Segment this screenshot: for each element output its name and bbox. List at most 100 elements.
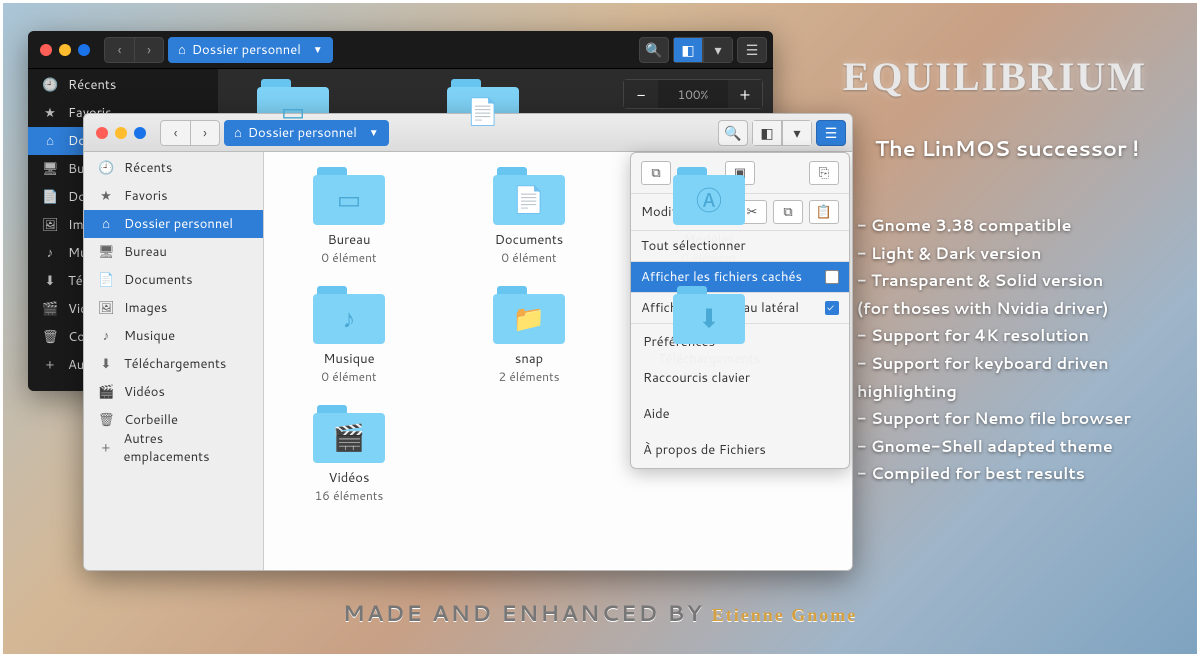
view-icons-button[interactable]: ◧	[752, 120, 782, 146]
sidebar-item-label: Récents	[68, 76, 116, 94]
product-logo: EQUILIBRIUM	[843, 53, 1147, 100]
path-label: Dossier personnel	[192, 41, 301, 59]
folder-tile[interactable]: ♪ Musique0 élément	[294, 286, 404, 385]
sidebar-item[interactable]: +Autres emplacements	[84, 434, 263, 462]
sidebar-item-label: Musique	[124, 327, 175, 345]
new-tab-button[interactable]: ⧉	[641, 161, 671, 185]
folder-subtitle: 0 élément	[321, 249, 376, 266]
sidebar-item-icon: 🗑	[98, 411, 114, 429]
folder-tile[interactable]: 📁snap2 éléments	[474, 286, 584, 385]
folder-subtitle: 16 éléments	[315, 487, 384, 504]
view-dropdown-button[interactable]: ▾	[703, 37, 733, 63]
chevron-down-icon: ▼	[313, 43, 323, 57]
footer-credit: MADE AND ENHANCED BY Etienne Gnome	[3, 598, 1197, 629]
sidebar-item[interactable]: 🖥Bureau	[84, 238, 263, 266]
folder-subtitle: 2 éléments	[498, 368, 559, 385]
home-icon: ⌂	[234, 124, 242, 142]
new-folder-button[interactable]: ⎘	[809, 161, 839, 185]
folder-tile[interactable]: 📄 Documents0 élément	[474, 167, 584, 266]
folder-icon: 📄	[513, 182, 545, 218]
popover-menu-item[interactable]: Raccourcis clavier	[631, 364, 849, 392]
folder-icon: ♪	[343, 301, 356, 337]
folder-subtitle: 0 élément	[501, 249, 556, 266]
sidebar-item-icon: 🕘	[42, 76, 58, 94]
minimize-button[interactable]	[59, 44, 71, 56]
zoom-in-button[interactable]: +	[728, 80, 762, 108]
sidebar-item-label: Téléchargements	[124, 355, 226, 373]
sidebar-item[interactable]: 🕘 Récents	[28, 71, 218, 99]
nav-forward-button[interactable]: ›	[190, 120, 220, 146]
folder-icon: ▭	[281, 94, 306, 130]
zoom-level: 100%	[658, 86, 728, 103]
sidebar-item-icon: 📄	[42, 188, 58, 206]
path-bar[interactable]: ⌂ Dossier personnel ▼	[168, 37, 333, 63]
tagline: The LinMOS successor !	[857, 133, 1157, 163]
minimize-button[interactable]	[115, 127, 127, 139]
maximize-button[interactable]	[78, 44, 90, 56]
author-credit: Etienne Gnome	[712, 605, 858, 625]
nav-back-button[interactable]: ‹	[160, 120, 190, 146]
hamburger-menu-button[interactable]: ☰	[816, 120, 846, 146]
folder-subtitle: 0 élément	[321, 368, 376, 385]
search-button[interactable]: 🔍	[639, 37, 669, 63]
sidebar-item-icon: ⬇	[42, 272, 58, 290]
sidebar-item[interactable]: ★Favoris	[84, 182, 263, 210]
sidebar-item-icon: 🖥	[42, 160, 58, 178]
sidebar-item-label: Images	[124, 299, 167, 317]
sidebar-item-label: Corbeille	[124, 411, 178, 429]
sidebar-item-icon: 📄	[98, 271, 114, 289]
sidebar-item[interactable]: ♪Musique	[84, 322, 263, 350]
folder-icon: Ⓐ	[696, 181, 722, 219]
home-icon: ⌂	[178, 41, 186, 59]
show-sidebar-checkbox[interactable]	[825, 301, 839, 315]
path-bar[interactable]: ⌂ Dossier personnel ▼	[224, 120, 389, 146]
close-button[interactable]	[96, 127, 108, 139]
folder-name: Vidéos	[329, 469, 370, 487]
search-button[interactable]: 🔍	[718, 120, 748, 146]
popover-menu-item[interactable]: À propos de Fichiers	[631, 436, 849, 464]
folder-tile[interactable]: 🎬 Vidéos16 éléments	[294, 405, 404, 504]
sidebar-item-label: Récents	[124, 159, 172, 177]
zoom-out-button[interactable]: −	[624, 80, 658, 108]
sidebar-item[interactable]: ⬇ Téléchargements	[84, 350, 263, 378]
folder-tile[interactable]: ▭Bureau0 élément	[294, 167, 404, 266]
sidebar-item-icon: +	[98, 439, 114, 457]
view-icons-button[interactable]: ◧	[673, 37, 703, 63]
popover-menu-item[interactable]: Aide	[631, 400, 849, 428]
sidebar-item-icon: 🗑	[42, 328, 58, 346]
folder-icon: 📁	[513, 301, 545, 337]
hamburger-menu-button[interactable]: ☰	[737, 37, 767, 63]
paste-button[interactable]: 📋	[809, 200, 839, 224]
folder-icon: 📄	[467, 94, 499, 130]
folder-name: Musique	[323, 350, 374, 368]
show-hidden-menu-item[interactable]: Afficher les fichiers cachés	[641, 268, 802, 286]
sidebar-item[interactable]: 🖼Images	[84, 294, 263, 322]
close-button[interactable]	[40, 44, 52, 56]
feature-line: - Compiled for best results	[857, 461, 1167, 487]
sidebar-item-icon: 🖼	[42, 216, 58, 234]
light-file-manager-window: ‹ › ⌂ Dossier personnel ▼ 🔍 ◧ ▾ ☰ 🕘Récen…	[83, 113, 853, 571]
show-hidden-checkbox[interactable]	[825, 270, 839, 284]
sidebar-item[interactable]: ⌂Dossier personnel	[84, 210, 263, 238]
folder-name: Documents	[495, 231, 564, 249]
select-all-menu-item[interactable]: Tout sélectionner	[641, 237, 746, 255]
light-sidebar: 🕘Récents★Favoris⌂Dossier personnel🖥Burea…	[84, 152, 264, 570]
sidebar-item-icon: 🎬	[42, 300, 58, 318]
feature-line: (for thoses with Nvidia driver)	[857, 296, 1167, 322]
sidebar-item[interactable]: 📄Documents	[84, 266, 263, 294]
view-dropdown-button[interactable]: ▾	[782, 120, 812, 146]
sidebar-item-icon: ⬇	[98, 355, 114, 373]
sidebar-item-icon: +	[42, 356, 58, 374]
nav-back-button[interactable]: ‹	[104, 37, 134, 63]
copy-button[interactable]: ⧉	[773, 200, 803, 224]
sidebar-item-label: Bureau	[124, 243, 167, 261]
sidebar-item[interactable]: 🎬Vidéos	[84, 378, 263, 406]
nav-forward-button[interactable]: ›	[134, 37, 164, 63]
sidebar-item[interactable]: 🕘Récents	[84, 154, 263, 182]
folder-icon: ▭	[337, 182, 362, 218]
feature-line: - Transparent & Solid version	[857, 268, 1167, 294]
maximize-button[interactable]	[134, 127, 146, 139]
sidebar-item-icon: 🎬	[98, 383, 114, 401]
folder-icon: 🎬	[333, 420, 365, 456]
feature-line: highlighting	[857, 379, 1167, 405]
